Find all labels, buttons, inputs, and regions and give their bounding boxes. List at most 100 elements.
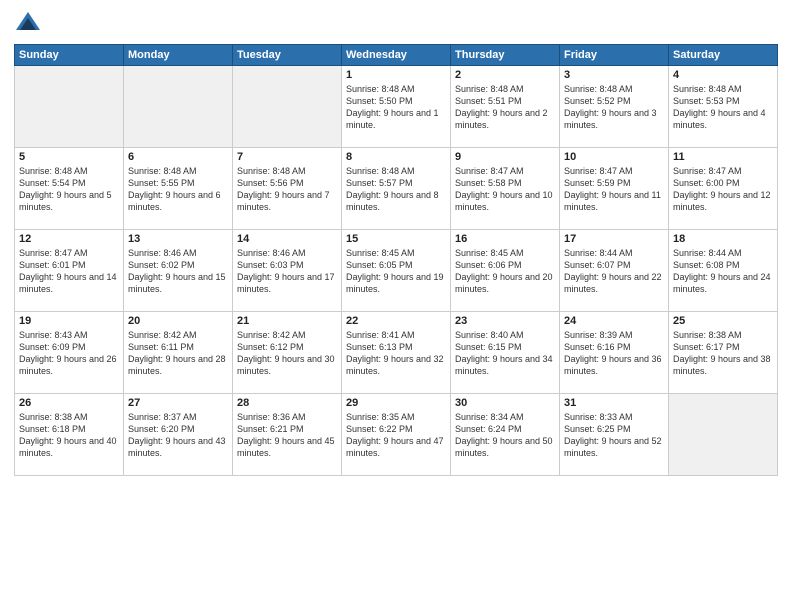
col-saturday: Saturday	[669, 45, 778, 66]
table-row: 28 Sunrise: 8:36 AM Sunset: 6:21 PM Dayli…	[233, 394, 342, 476]
day-number: 5	[19, 151, 119, 163]
day-info: Sunrise: 8:43 AM Sunset: 6:09 PM Dayligh…	[19, 329, 119, 378]
table-row: 7Sunrise: 8:48 AM Sunset: 5:56 PM Daylig…	[233, 148, 342, 230]
logo	[14, 10, 46, 38]
table-row: 4 Sunrise: 8:48 AM Sunset: 5:53 PM Daylig…	[669, 66, 778, 148]
day-info: Sunrise: 8:48 AM Sunset: 5:55 PM Dayligh…	[128, 165, 228, 214]
table-row: 29 Sunrise: 8:35 AM Sunset: 6:22 PM Dayli…	[342, 394, 451, 476]
table-row: 8Sunrise: 8:48 AM Sunset: 5:57 PM Daylig…	[342, 148, 451, 230]
header-row: Sunday Monday Tuesday Wednesday Thursday…	[15, 45, 778, 66]
table-row: 6 Sunrise: 8:48 AM Sunset: 5:55 PM Daylig…	[124, 148, 233, 230]
day-info: Sunrise: 8:44 AM Sunset: 6:07 PM Dayligh…	[564, 247, 664, 296]
day-info: Sunrise: 8:47 AM Sunset: 6:01 PM Dayligh…	[19, 247, 119, 296]
day-info: Sunrise: 8:35 AM Sunset: 6:22 PM Dayligh…	[346, 411, 446, 460]
table-row: 1 Sunrise: 8:48 AM Sunset: 5:50 PM Daylig…	[342, 66, 451, 148]
day-info: Sunrise: 8:39 AM Sunset: 6:16 PM Dayligh…	[564, 329, 664, 378]
table-row: 20 Sunrise: 8:42 AM Sunset: 6:11 PM Dayli…	[124, 312, 233, 394]
day-number: 13	[128, 233, 228, 245]
day-info: Sunrise: 8:48 AM Sunset: 5:50 PM Dayligh…	[346, 83, 446, 132]
table-row: 3 Sunrise: 8:48 AM Sunset: 5:52 PM Daylig…	[560, 66, 669, 148]
col-tuesday: Tuesday	[233, 45, 342, 66]
table-row: 19 Sunrise: 8:43 AM Sunset: 6:09 PM Dayli…	[15, 312, 124, 394]
day-info: Sunrise: 8:48 AM Sunset: 5:57 PM Dayligh…	[346, 165, 446, 214]
day-info: Sunrise: 8:42 AM Sunset: 6:12 PM Dayligh…	[237, 329, 337, 378]
day-number: 4	[673, 69, 773, 81]
week-row-4: 19 Sunrise: 8:43 AM Sunset: 6:09 PM Dayli…	[15, 312, 778, 394]
page: Sunday Monday Tuesday Wednesday Thursday…	[0, 0, 792, 612]
week-row-5: 26Sunrise: 8:38 AM Sunset: 6:18 PM Dayli…	[15, 394, 778, 476]
table-row	[124, 66, 233, 148]
day-number: 23	[455, 315, 555, 327]
day-info: Sunrise: 8:48 AM Sunset: 5:56 PM Dayligh…	[237, 165, 337, 214]
table-row: 9 Sunrise: 8:47 AM Sunset: 5:58 PM Daylig…	[451, 148, 560, 230]
col-wednesday: Wednesday	[342, 45, 451, 66]
table-row: 26Sunrise: 8:38 AM Sunset: 6:18 PM Dayli…	[15, 394, 124, 476]
day-info: Sunrise: 8:37 AM Sunset: 6:20 PM Dayligh…	[128, 411, 228, 460]
table-row: 24 Sunrise: 8:39 AM Sunset: 6:16 PM Dayli…	[560, 312, 669, 394]
table-row	[15, 66, 124, 148]
day-number: 3	[564, 69, 664, 81]
table-row: 25 Sunrise: 8:38 AM Sunset: 6:17 PM Dayli…	[669, 312, 778, 394]
day-number: 12	[19, 233, 119, 245]
day-number: 2	[455, 69, 555, 81]
day-info: Sunrise: 8:36 AM Sunset: 6:21 PM Dayligh…	[237, 411, 337, 460]
day-number: 14	[237, 233, 337, 245]
day-info: Sunrise: 8:47 AM Sunset: 6:00 PM Dayligh…	[673, 165, 773, 214]
table-row: 11 Sunrise: 8:47 AM Sunset: 6:00 PM Dayli…	[669, 148, 778, 230]
day-number: 1	[346, 69, 446, 81]
day-number: 18	[673, 233, 773, 245]
logo-icon	[14, 10, 42, 38]
day-info: Sunrise: 8:48 AM Sunset: 5:54 PM Dayligh…	[19, 165, 119, 214]
table-row: 13Sunrise: 8:46 AM Sunset: 6:02 PM Dayli…	[124, 230, 233, 312]
col-sunday: Sunday	[15, 45, 124, 66]
table-row: 2 Sunrise: 8:48 AM Sunset: 5:51 PM Daylig…	[451, 66, 560, 148]
table-row	[233, 66, 342, 148]
col-thursday: Thursday	[451, 45, 560, 66]
col-friday: Friday	[560, 45, 669, 66]
week-row-3: 12 Sunrise: 8:47 AM Sunset: 6:01 PM Dayli…	[15, 230, 778, 312]
day-info: Sunrise: 8:48 AM Sunset: 5:51 PM Dayligh…	[455, 83, 555, 132]
day-info: Sunrise: 8:47 AM Sunset: 5:59 PM Dayligh…	[564, 165, 664, 214]
table-row: 10Sunrise: 8:47 AM Sunset: 5:59 PM Dayli…	[560, 148, 669, 230]
table-row: 12 Sunrise: 8:47 AM Sunset: 6:01 PM Dayli…	[15, 230, 124, 312]
day-number: 20	[128, 315, 228, 327]
table-row: 16Sunrise: 8:45 AM Sunset: 6:06 PM Dayli…	[451, 230, 560, 312]
table-row: 14 Sunrise: 8:46 AM Sunset: 6:03 PM Dayli…	[233, 230, 342, 312]
day-info: Sunrise: 8:48 AM Sunset: 5:53 PM Dayligh…	[673, 83, 773, 132]
table-row: 17 Sunrise: 8:44 AM Sunset: 6:07 PM Dayli…	[560, 230, 669, 312]
day-number: 11	[673, 151, 773, 163]
table-row: 22Sunrise: 8:41 AM Sunset: 6:13 PM Dayli…	[342, 312, 451, 394]
day-number: 16	[455, 233, 555, 245]
day-info: Sunrise: 8:42 AM Sunset: 6:11 PM Dayligh…	[128, 329, 228, 378]
week-row-1: 1 Sunrise: 8:48 AM Sunset: 5:50 PM Daylig…	[15, 66, 778, 148]
day-info: Sunrise: 8:48 AM Sunset: 5:52 PM Dayligh…	[564, 83, 664, 132]
day-number: 17	[564, 233, 664, 245]
week-row-2: 5 Sunrise: 8:48 AM Sunset: 5:54 PM Daylig…	[15, 148, 778, 230]
day-info: Sunrise: 8:41 AM Sunset: 6:13 PM Dayligh…	[346, 329, 446, 378]
day-number: 28	[237, 397, 337, 409]
day-info: Sunrise: 8:46 AM Sunset: 6:03 PM Dayligh…	[237, 247, 337, 296]
day-number: 9	[455, 151, 555, 163]
calendar-table: Sunday Monday Tuesday Wednesday Thursday…	[14, 44, 778, 476]
day-number: 21	[237, 315, 337, 327]
day-info: Sunrise: 8:34 AM Sunset: 6:24 PM Dayligh…	[455, 411, 555, 460]
table-row: 27 Sunrise: 8:37 AM Sunset: 6:20 PM Dayli…	[124, 394, 233, 476]
table-row	[669, 394, 778, 476]
day-info: Sunrise: 8:47 AM Sunset: 5:58 PM Dayligh…	[455, 165, 555, 214]
day-number: 27	[128, 397, 228, 409]
table-row: 31Sunrise: 8:33 AM Sunset: 6:25 PM Dayli…	[560, 394, 669, 476]
day-number: 30	[455, 397, 555, 409]
day-number: 6	[128, 151, 228, 163]
day-number: 29	[346, 397, 446, 409]
col-monday: Monday	[124, 45, 233, 66]
day-number: 19	[19, 315, 119, 327]
table-row: 5 Sunrise: 8:48 AM Sunset: 5:54 PM Daylig…	[15, 148, 124, 230]
table-row: 30 Sunrise: 8:34 AM Sunset: 6:24 PM Dayli…	[451, 394, 560, 476]
day-number: 31	[564, 397, 664, 409]
table-row: 15Sunrise: 8:45 AM Sunset: 6:05 PM Dayli…	[342, 230, 451, 312]
day-number: 26	[19, 397, 119, 409]
day-number: 25	[673, 315, 773, 327]
day-number: 24	[564, 315, 664, 327]
day-info: Sunrise: 8:38 AM Sunset: 6:17 PM Dayligh…	[673, 329, 773, 378]
table-row: 23Sunrise: 8:40 AM Sunset: 6:15 PM Dayli…	[451, 312, 560, 394]
